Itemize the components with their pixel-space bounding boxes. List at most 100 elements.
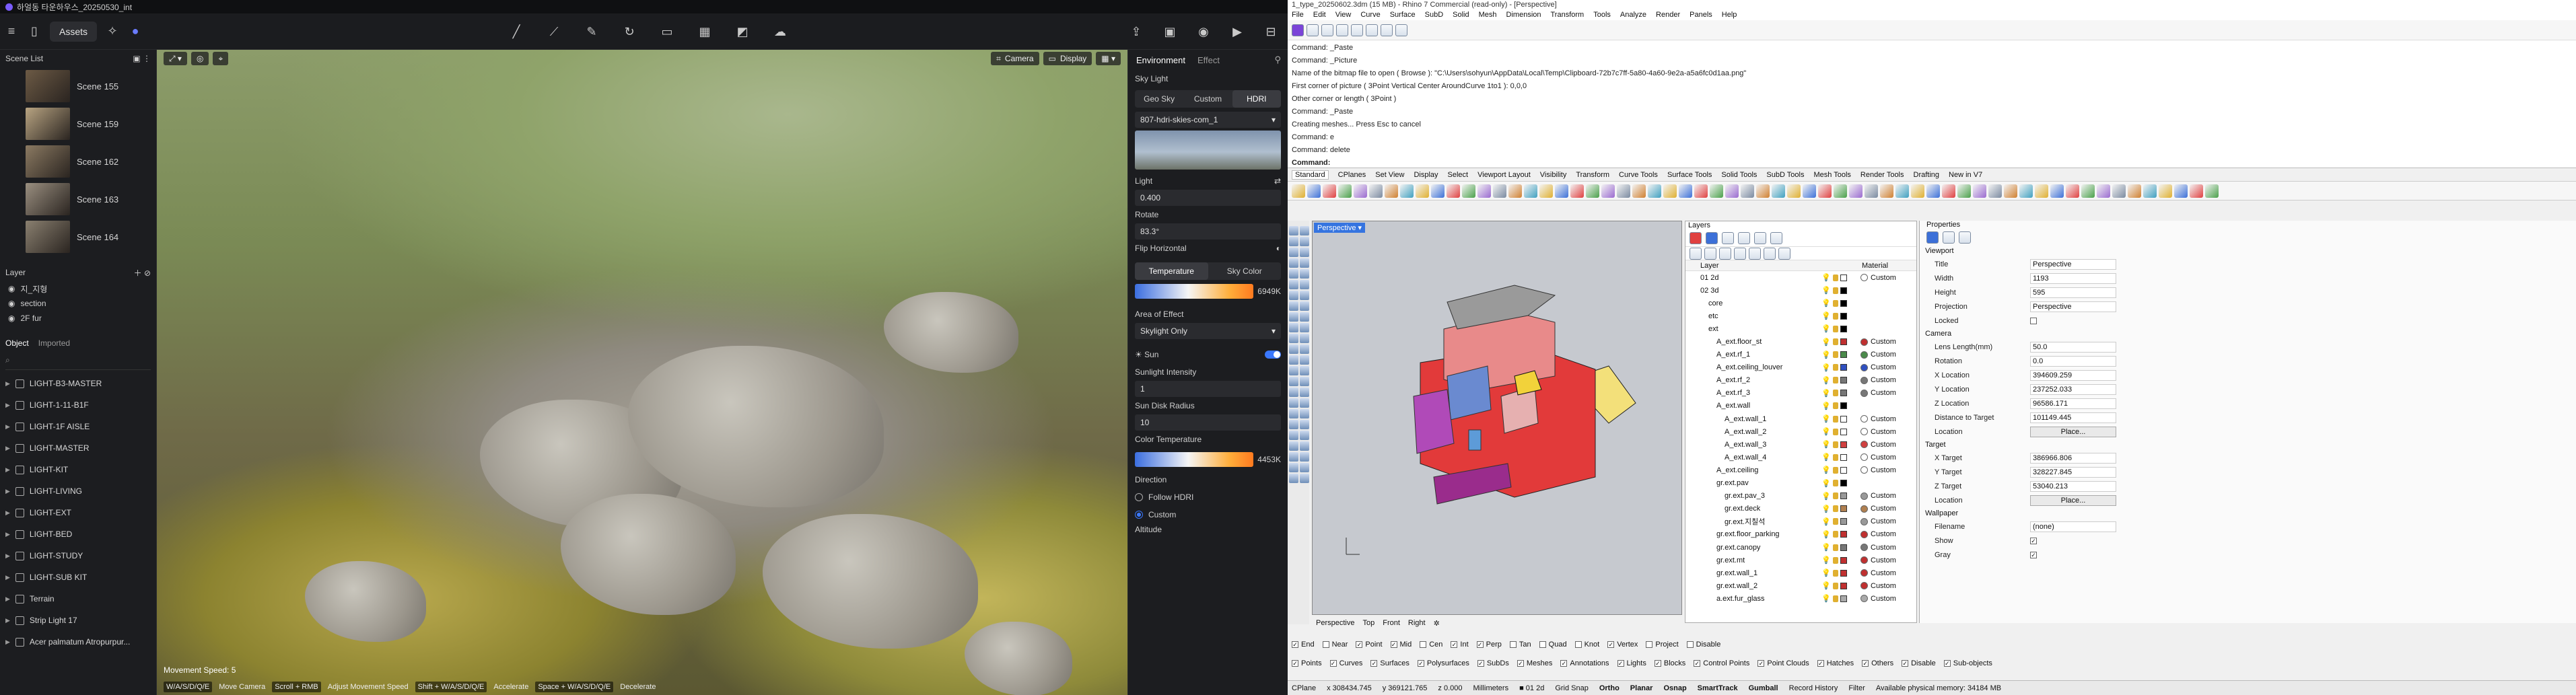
eye-icon[interactable]: ◉ xyxy=(8,314,15,323)
tool-icon[interactable] xyxy=(1462,184,1475,198)
menu-solid[interactable]: Solid xyxy=(1453,11,1469,19)
tool-icon[interactable] xyxy=(2066,184,2079,198)
layer-row[interactable]: gr.ext.pav 💡 xyxy=(1685,477,1916,490)
layer-color-swatch[interactable] xyxy=(1840,287,1847,294)
filter-option[interactable]: Polysurfaces xyxy=(1417,659,1469,667)
layer-color-swatch[interactable] xyxy=(1840,492,1847,500)
expand-icon[interactable]: ▶ xyxy=(5,638,10,646)
filter-checkbox[interactable] xyxy=(1477,660,1484,667)
layer-row[interactable]: gr.ext.pav_3 💡 Custom xyxy=(1685,490,1916,503)
osnap-option[interactable]: Tan xyxy=(1509,641,1531,649)
osnap-checkbox[interactable] xyxy=(1574,641,1582,649)
filter-checkbox[interactable] xyxy=(1757,660,1765,667)
tool-icon[interactable] xyxy=(2143,184,2157,198)
tab-effect[interactable]: Effect xyxy=(1197,55,1220,65)
prop-width-field[interactable]: 1193 xyxy=(2030,272,2116,284)
filter-option[interactable]: Sub-objects xyxy=(1943,659,1992,667)
target-place-button[interactable]: Place... xyxy=(2030,495,2116,506)
tool-icon[interactable] xyxy=(2128,184,2141,198)
expand-icon[interactable]: ▶ xyxy=(5,488,10,495)
layer-color-swatch[interactable] xyxy=(1840,338,1847,346)
copy-icon[interactable] xyxy=(1381,24,1393,36)
display-props-icon[interactable] xyxy=(1959,231,1971,244)
layer-color-swatch[interactable] xyxy=(1840,390,1847,397)
save-icon[interactable] xyxy=(1336,24,1348,36)
tool-icon[interactable] xyxy=(1911,184,1924,198)
object-item[interactable]: ▶ Strip Light 17 xyxy=(0,610,156,631)
line-tool-icon[interactable]: ╱ xyxy=(505,22,528,42)
object-item[interactable]: ▶ LIGHT-BED xyxy=(0,523,156,545)
layer-row[interactable]: A_ext.rf_1 💡 Custom xyxy=(1685,349,1916,361)
layer-color-swatch[interactable] xyxy=(1840,582,1847,589)
osnap-option[interactable]: Knot xyxy=(1574,641,1599,649)
osnap-checkbox[interactable] xyxy=(1322,641,1329,649)
layer-row[interactable]: gr.ext.wall_1 💡 Custom xyxy=(1685,566,1916,579)
layer-material[interactable]: Custom xyxy=(1860,428,1896,436)
eye-icon[interactable]: ◉ xyxy=(8,284,15,293)
tool-icon[interactable] xyxy=(1289,452,1298,462)
layer-material[interactable]: Custom xyxy=(1860,595,1896,603)
object-item[interactable]: ▶ LIGHT-1F AISLE xyxy=(0,416,156,437)
lock-icon[interactable] xyxy=(1832,325,1838,332)
prop-rotation-field[interactable]: 0.0 xyxy=(2030,355,2116,367)
layer-color-swatch[interactable] xyxy=(1840,569,1847,577)
toolbar-tab[interactable]: Curve Tools xyxy=(1619,171,1658,179)
layer-row[interactable]: gr.ext.canopy 💡 Custom xyxy=(1685,541,1916,554)
paste-icon[interactable] xyxy=(1395,24,1407,36)
tool-icon[interactable] xyxy=(1300,248,1309,257)
tool-icon[interactable] xyxy=(1289,291,1298,300)
viewport-tab[interactable]: Perspective xyxy=(1316,619,1354,627)
layer-row[interactable]: gr.ext.mt 💡 Custom xyxy=(1685,554,1916,566)
hdri-select[interactable]: 807-hdri-skies-com_1 ▾ xyxy=(1135,112,1281,128)
tool-icon[interactable] xyxy=(1289,301,1298,311)
tool-icon[interactable] xyxy=(1289,398,1298,408)
flip-toggle-icon[interactable]: ◐ xyxy=(1276,244,1281,253)
locked-checkbox[interactable] xyxy=(2030,317,2037,324)
tool-icon[interactable] xyxy=(1300,280,1309,289)
filter-checkbox[interactable] xyxy=(1417,660,1424,667)
lock-icon[interactable] xyxy=(1832,595,1838,602)
object-item[interactable]: ▶ LIGHT-KIT xyxy=(0,459,156,480)
filter-checkbox[interactable] xyxy=(1943,660,1951,667)
temperature-slider[interactable] xyxy=(1135,284,1254,299)
lock-icon[interactable] xyxy=(1832,351,1838,359)
filter-option[interactable]: Blocks xyxy=(1654,659,1685,667)
scene-list-menu-icon[interactable]: ▣ ⋮ xyxy=(133,54,151,63)
tool-icon[interactable] xyxy=(1289,226,1298,235)
materials-tab-icon[interactable] xyxy=(1706,231,1718,244)
tool-icon[interactable] xyxy=(1601,184,1615,198)
menu-tools[interactable]: Tools xyxy=(1593,11,1611,19)
layers-tab-icon[interactable] xyxy=(1690,231,1702,244)
lock-icon[interactable] xyxy=(1832,480,1838,487)
layer-item[interactable]: ◉ section xyxy=(0,296,156,311)
lock-icon[interactable] xyxy=(1832,287,1838,294)
rotate-input[interactable]: 83.3° xyxy=(1135,223,1281,240)
new-layer-icon[interactable] xyxy=(1690,247,1702,260)
lock-icon[interactable] xyxy=(1832,390,1838,397)
layer-color-swatch[interactable] xyxy=(1840,518,1847,525)
osnap-checkbox[interactable] xyxy=(1420,641,1427,649)
layer-material[interactable]: Custom xyxy=(1860,569,1896,577)
perspective-viewport[interactable]: Perspective ▾ xyxy=(1312,221,1682,615)
rhino-icon[interactable] xyxy=(1292,24,1304,36)
help-icon[interactable] xyxy=(1778,247,1790,260)
tool-icon[interactable] xyxy=(1508,184,1522,198)
layer-material[interactable]: Custom xyxy=(1860,441,1896,449)
layer-material[interactable]: Custom xyxy=(1860,582,1896,590)
layer-row[interactable]: gr.ext.floor_parking 💡 Custom xyxy=(1685,528,1916,541)
object-item[interactable]: ▶ LIGHT-SUB KIT xyxy=(0,566,156,588)
tab-imported[interactable]: Imported xyxy=(38,338,70,348)
tool-icon[interactable] xyxy=(2050,184,2064,198)
lock-icon[interactable] xyxy=(1832,518,1838,525)
tool-icon[interactable] xyxy=(1617,184,1630,198)
eye-icon[interactable]: ◉ xyxy=(8,299,15,308)
osnap-checkbox[interactable] xyxy=(1390,641,1397,649)
tool-icon[interactable] xyxy=(2081,184,2095,198)
expand-icon[interactable]: ▶ xyxy=(5,466,10,474)
osnap-checkbox[interactable] xyxy=(1356,641,1363,649)
osnap-option[interactable]: Near xyxy=(1322,641,1348,649)
filter-checkbox[interactable] xyxy=(1654,660,1661,667)
view-mode-icon[interactable]: ⤢ ▾ xyxy=(164,52,187,65)
layer-color-swatch[interactable] xyxy=(1840,441,1847,448)
expand-icon[interactable]: ▶ xyxy=(5,509,10,517)
